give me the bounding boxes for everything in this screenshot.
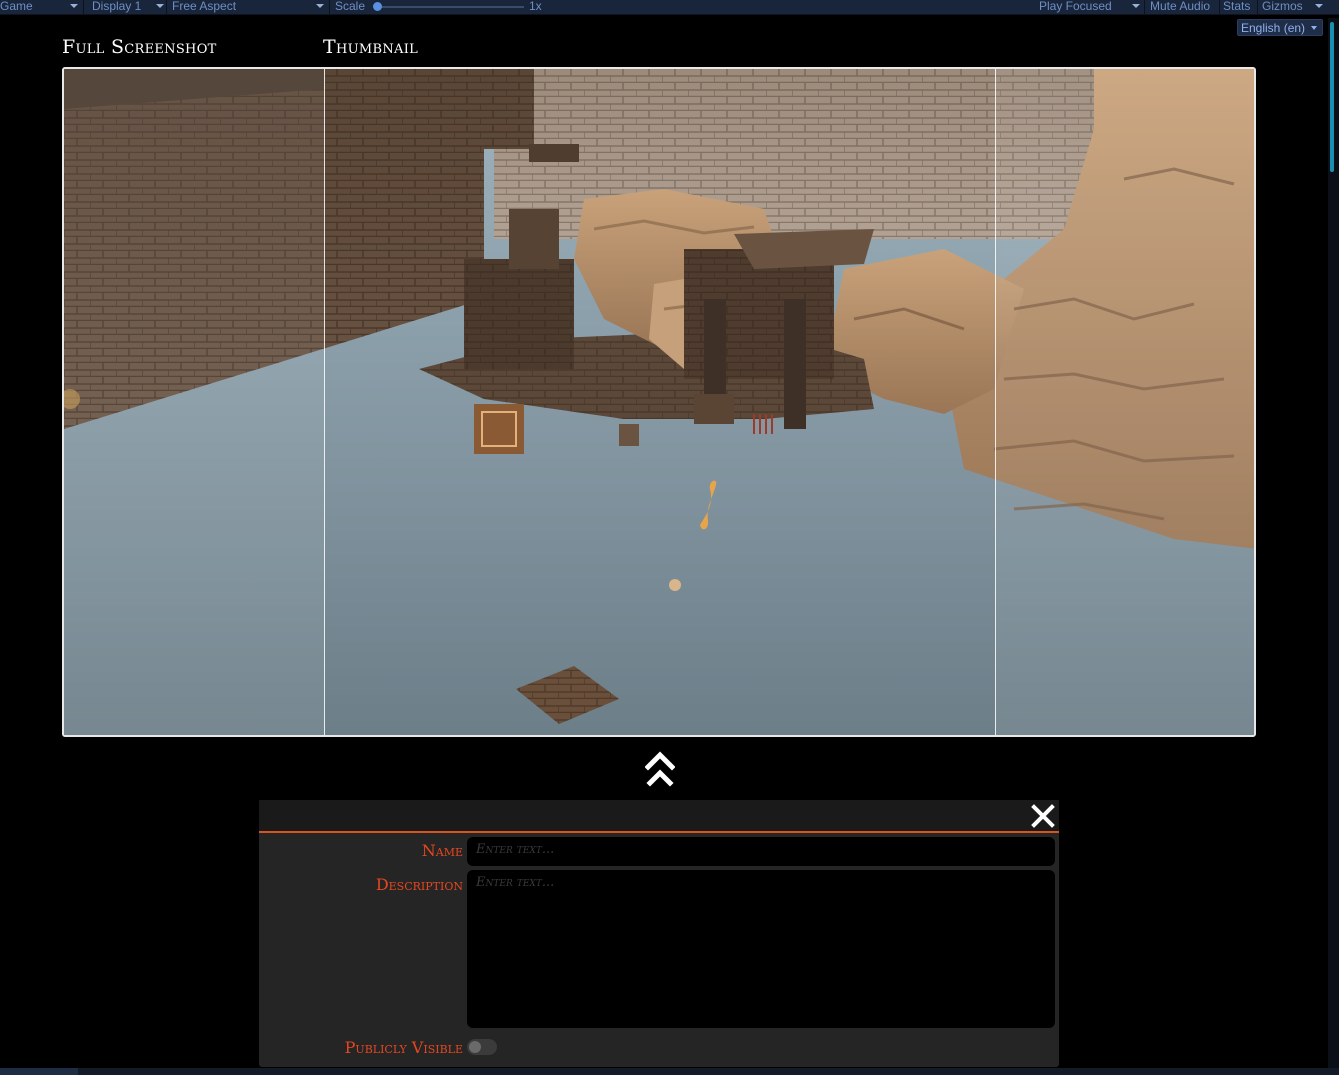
name-placeholder: Enter text... — [476, 842, 555, 857]
name-label: Name — [421, 841, 463, 860]
screenshot-preview — [62, 67, 1256, 737]
publicly-visible-label: Publicly Visible — [344, 1038, 463, 1057]
game-tab[interactable]: Game — [0, 0, 80, 14]
chevron-down-icon — [1311, 26, 1317, 30]
language-label: English (en) — [1241, 21, 1306, 35]
gizmos-dropdown[interactable]: Gizmos — [1259, 0, 1329, 14]
chevron-down-icon — [1132, 4, 1140, 8]
toolbar-divider — [1257, 0, 1258, 14]
scrollbar-thumb[interactable] — [1330, 22, 1334, 172]
chevron-down-icon — [156, 4, 164, 8]
scrollbar[interactable] — [1328, 18, 1339, 1068]
stats-button[interactable]: Stats — [1221, 0, 1257, 14]
scale-label-box: Scale — [335, 0, 375, 14]
mute-audio-button[interactable]: Mute Audio — [1147, 0, 1219, 14]
aspect-dropdown[interactable]: Free Aspect — [168, 0, 328, 14]
game-tab-label: Game — [0, 0, 33, 13]
chevron-down-icon — [316, 4, 324, 8]
stats-label: Stats — [1223, 0, 1251, 13]
toolbar-divider — [1144, 0, 1145, 14]
aspect-label: Free Aspect — [172, 0, 237, 13]
description-field[interactable]: Enter text... — [467, 870, 1055, 1028]
mute-audio-label: Mute Audio — [1150, 0, 1211, 13]
display-label: Display 1 — [92, 0, 142, 13]
gizmos-label: Gizmos — [1262, 0, 1303, 13]
scale-value-box: 1x — [529, 0, 549, 14]
toolbar-divider — [329, 0, 330, 14]
game-view-toolbar: Game Display 1 Free Aspect Scale 1x Play… — [0, 0, 1339, 15]
chevron-down-icon — [70, 4, 78, 8]
scale-label: Scale — [335, 0, 366, 13]
display-dropdown[interactable]: Display 1 — [88, 0, 166, 14]
full-screenshot-title: Full Screenshot — [62, 36, 217, 58]
thumbnail-crop-rect[interactable] — [324, 69, 996, 735]
toolbar-divider — [166, 0, 167, 14]
close-icon[interactable] — [1030, 803, 1056, 829]
play-mode-dropdown[interactable]: Play Focused — [1036, 0, 1142, 14]
panel-header — [259, 800, 1059, 833]
thumbnail-title: Thumbnail — [323, 36, 419, 58]
outside-thumbnail-overlay-right — [996, 69, 1254, 735]
description-label: Description — [375, 875, 463, 894]
scale-slider-track[interactable] — [378, 6, 524, 8]
toolbar-divider — [1219, 0, 1220, 14]
play-mode-label: Play Focused — [1039, 0, 1112, 13]
toggle-knob — [469, 1041, 481, 1053]
name-field[interactable]: Enter text... — [467, 837, 1055, 866]
language-dropdown[interactable]: English (en) — [1237, 19, 1323, 36]
chevron-down-icon — [1315, 4, 1323, 8]
publicly-visible-toggle[interactable] — [467, 1039, 497, 1055]
outside-thumbnail-overlay-left — [64, 69, 324, 735]
toolbar-divider — [83, 0, 84, 14]
scale-slider-handle[interactable] — [373, 2, 382, 11]
collapse-up-icon[interactable] — [645, 750, 675, 788]
bottom-status-bar — [0, 1068, 1339, 1075]
scale-value: 1x — [529, 0, 542, 13]
description-placeholder: Enter text... — [476, 875, 555, 890]
bottom-tab[interactable] — [0, 1068, 78, 1075]
